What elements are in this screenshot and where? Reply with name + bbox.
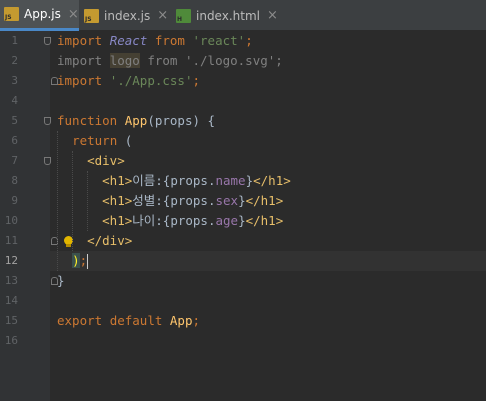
text-caret (87, 254, 89, 269)
tab-app-js[interactable]: JS App.js × (0, 0, 79, 31)
code-line-1[interactable]: import React from 'react'; (57, 31, 253, 51)
tab-index-js[interactable]: JS index.js × (84, 0, 170, 31)
line-number: 15 (4, 314, 18, 327)
close-icon[interactable]: × (68, 7, 79, 22)
tab-index-html[interactable]: H index.html × (176, 0, 286, 31)
code-line-15[interactable]: export default App; (57, 311, 200, 331)
code-line-9[interactable]: <h1>성별:{props.sex}</h1> (57, 191, 283, 211)
code-line-11[interactable]: </div> (57, 231, 132, 251)
line-number: 13 (4, 274, 18, 287)
code-line-8[interactable]: <h1>이름:{props.name}</h1> (57, 171, 291, 191)
js-file-icon: JS (84, 8, 99, 23)
line-number: 6 (11, 134, 18, 147)
code-line-6[interactable]: return ( (57, 131, 132, 151)
tab-label: index.html (196, 8, 260, 23)
editor-tab-bar: JS App.js × JS index.js × H index.html × (0, 0, 486, 31)
tab-label: index.js (104, 8, 151, 23)
line-number: 10 (4, 214, 18, 227)
code-line-10[interactable]: <h1>나이:{props.age}</h1> (57, 211, 283, 231)
fold-marker-icon[interactable] (44, 117, 51, 125)
line-number: 3 (11, 74, 18, 87)
html-file-icon: H (176, 8, 191, 23)
fold-marker-icon[interactable] (44, 37, 51, 45)
close-icon[interactable]: × (157, 8, 168, 23)
code-line-5[interactable]: function App(props) { (57, 111, 215, 131)
line-number: 11 (4, 234, 18, 247)
line-number: 1 (11, 34, 18, 47)
unused-import-highlight: logo (109, 53, 140, 68)
line-number: 9 (11, 194, 18, 207)
current-line-highlight (50, 251, 486, 271)
fold-marker-icon[interactable] (44, 157, 51, 165)
line-number: 8 (11, 174, 18, 187)
code-line-3[interactable]: import './App.css'; (57, 71, 200, 91)
js-file-icon: JS (4, 7, 19, 21)
tab-label: App.js (24, 7, 61, 21)
line-number: 5 (11, 114, 18, 127)
code-line-2[interactable]: import logo from './logo.svg'; (57, 51, 283, 71)
matched-paren: ) (72, 253, 80, 268)
code-line-12[interactable]: ); (57, 251, 89, 271)
close-icon[interactable]: × (267, 8, 278, 23)
line-number: 14 (4, 294, 18, 307)
line-number-current: 12 (4, 254, 18, 267)
code-line-7[interactable]: <div> (57, 151, 125, 171)
code-line-13[interactable]: } (57, 271, 65, 291)
line-number: 2 (11, 54, 18, 67)
line-number: 16 (4, 334, 18, 347)
line-number: 7 (11, 154, 18, 167)
line-number: 4 (11, 94, 18, 107)
